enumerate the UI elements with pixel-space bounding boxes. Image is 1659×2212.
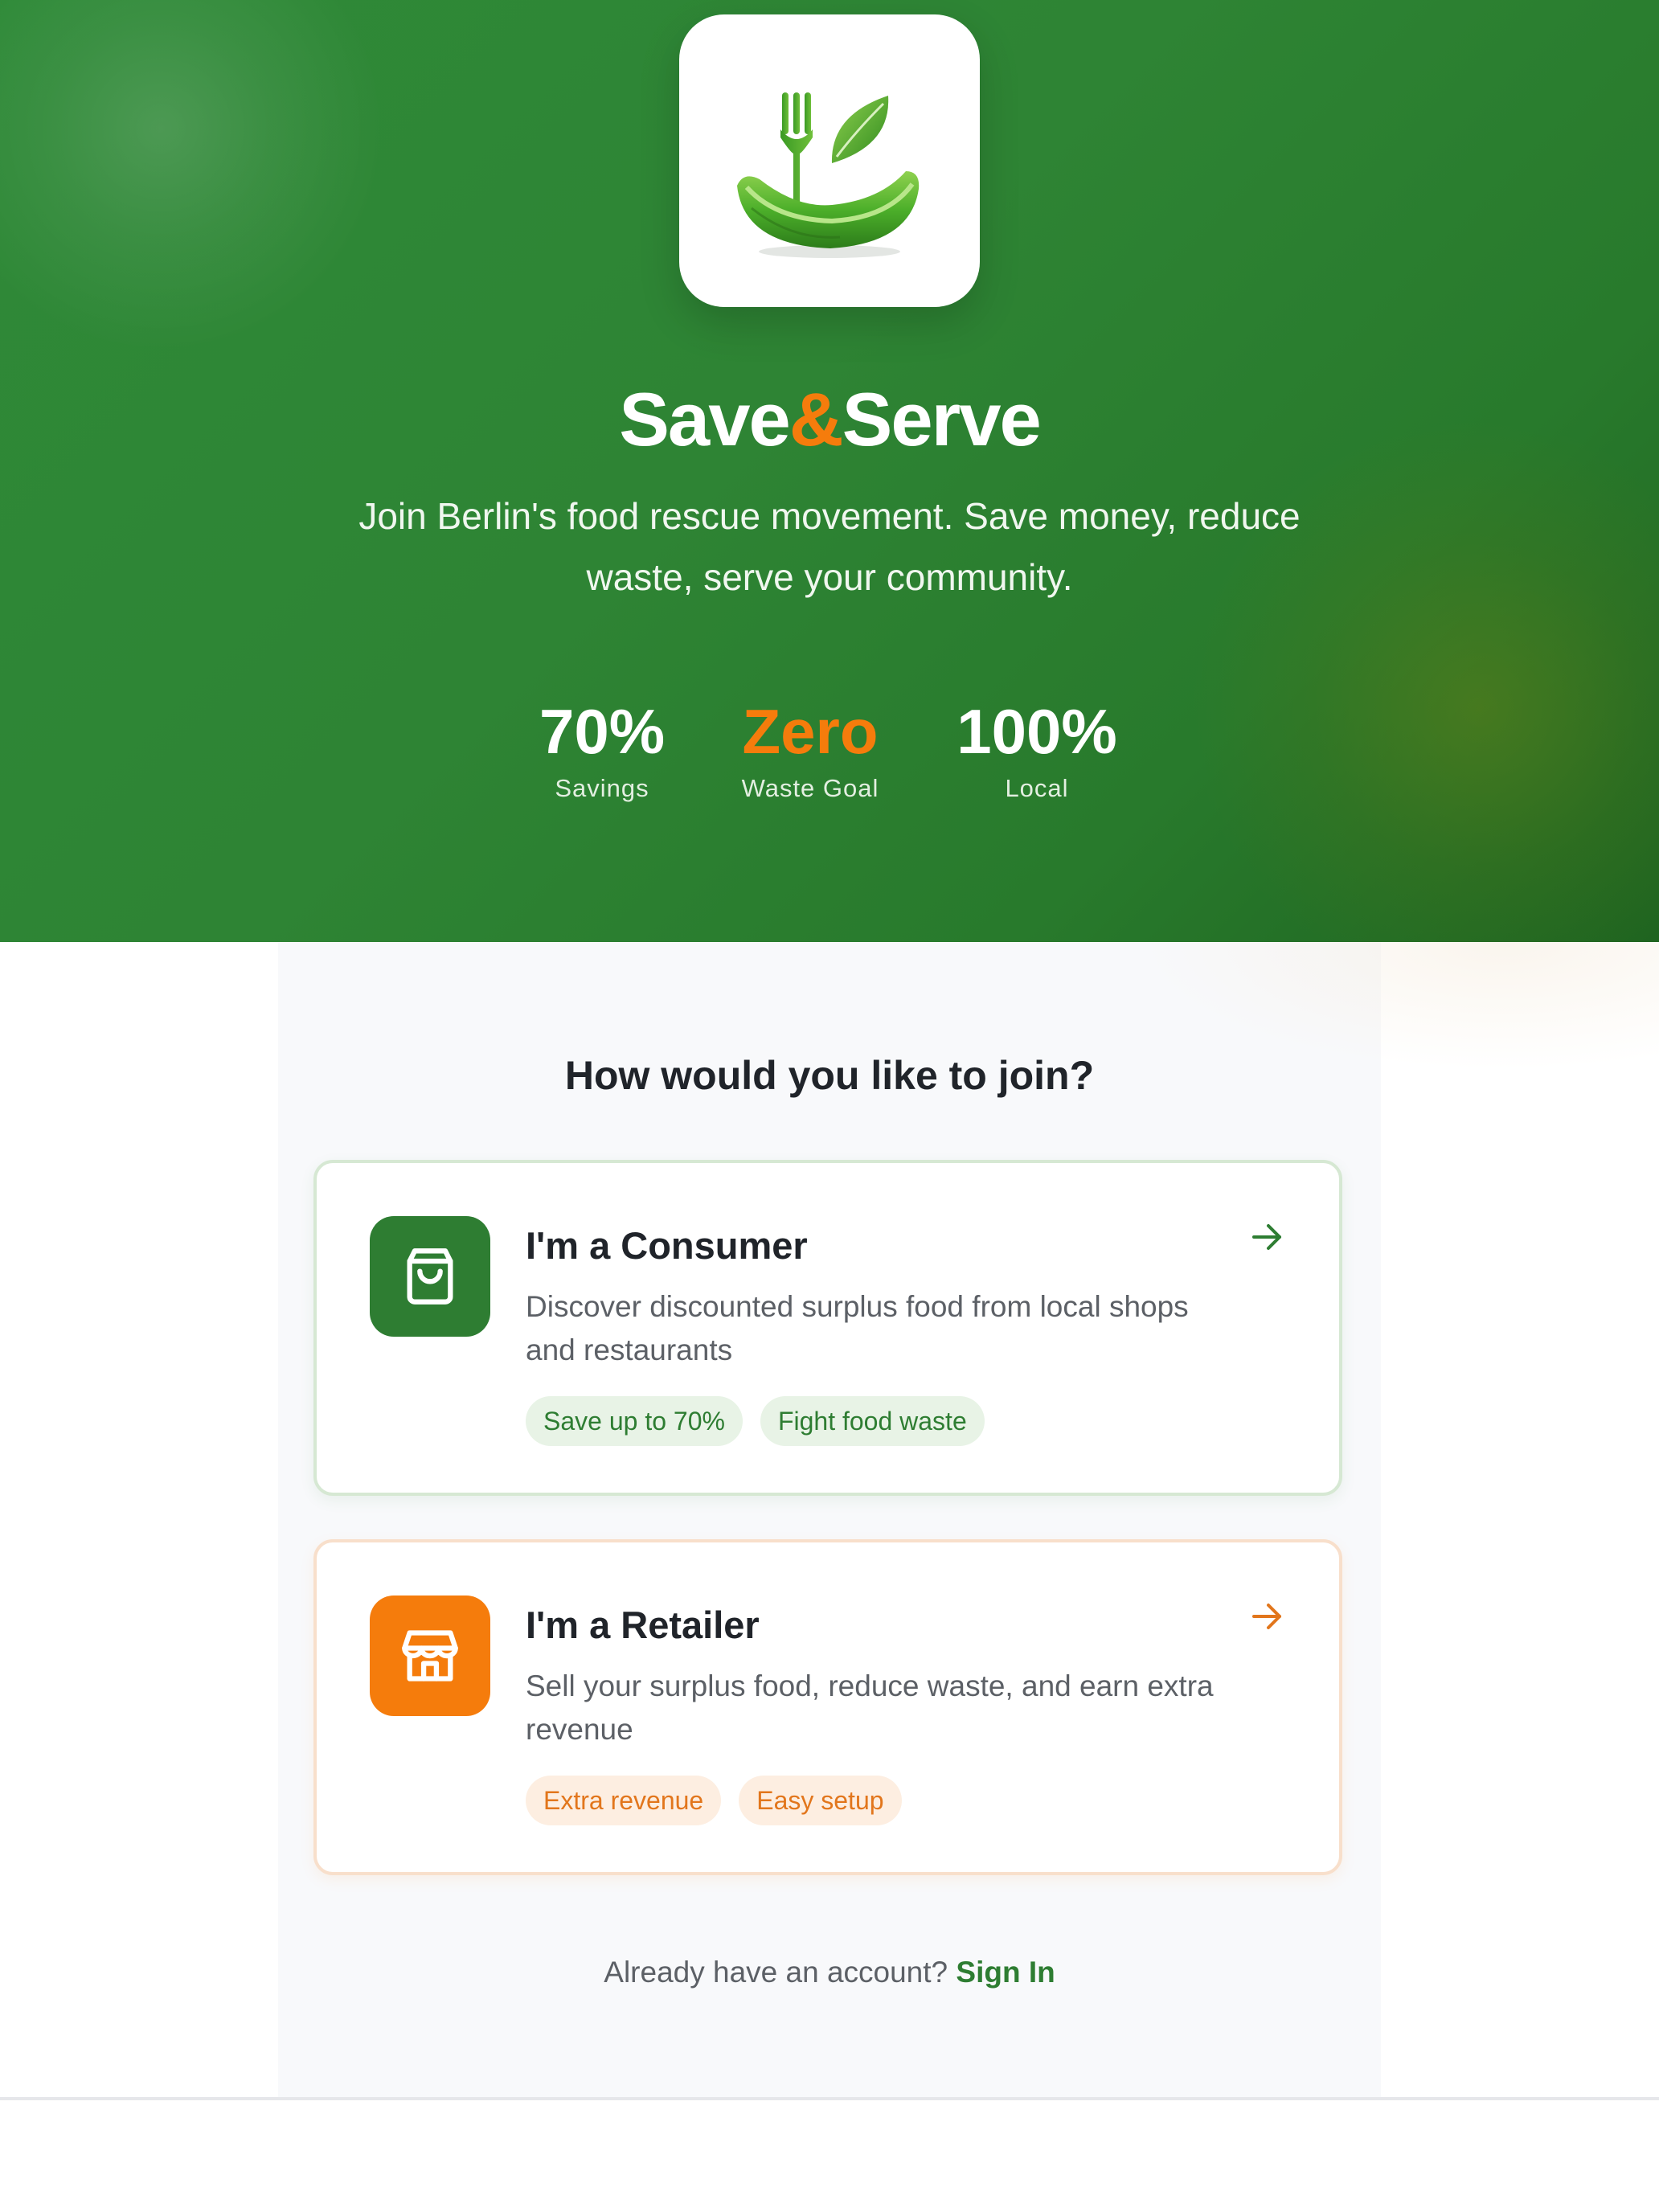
tagline: Join Berlin's food rescue movement. Save… (358, 495, 1301, 598)
signin-prompt-text: Already have an account? (604, 1956, 948, 1989)
benefit-chip: Save up to 70% (526, 1396, 743, 1446)
storefront-icon (402, 1630, 458, 1682)
consumer-icon-tile (370, 1216, 490, 1337)
join-heading: How would you like to join? (564, 1053, 1095, 1098)
retailer-icon-tile (370, 1596, 490, 1716)
app-name-part2: Serve (842, 377, 1042, 461)
retailer-card-description: Sell your surplus food, reduce waste, an… (526, 1669, 1214, 1746)
benefit-chip: Extra revenue (526, 1776, 722, 1825)
consumer-card-description: Discover discounted surplus food from lo… (526, 1290, 1189, 1366)
app-name-ampersand: & (789, 377, 844, 461)
arrow-right-icon[interactable] (1247, 1597, 1286, 1636)
app-logo (679, 14, 980, 307)
consumer-option-card[interactable]: I'm a Consumer Discover discounted surpl… (313, 1160, 1342, 1496)
fork-leaf-bowl-icon (737, 92, 920, 258)
stat-value: 100% (956, 696, 1117, 767)
sign-in-link[interactable]: Sign In (956, 1956, 1055, 1989)
consumer-chips: Save up to 70% Fight food waste (526, 1396, 985, 1446)
arrow-right-icon[interactable] (1247, 1218, 1286, 1256)
retailer-card-title: I'm a Retailer (526, 1604, 760, 1646)
benefit-chip: Fight food waste (760, 1396, 985, 1446)
stat-label: Waste Goal (741, 774, 879, 802)
bottom-bar (0, 2100, 1659, 2212)
benefit-chip: Easy setup (739, 1776, 902, 1825)
hero-section: Save&Serve Join Berlin's food rescue mov… (0, 0, 1659, 942)
app-name: Save&Serve (0, 371, 1659, 468)
stat-waste-goal: Zero Waste Goal (682, 693, 939, 807)
stat-local: 100% Local (908, 693, 1165, 807)
content-panel (278, 942, 1381, 2097)
shopping-bag-icon (407, 1248, 453, 1305)
stat-label: Local (1005, 774, 1069, 802)
signin-prompt: Already have an account? Sign In (278, 1948, 1381, 1997)
hero-glow-decoration (0, 0, 386, 354)
consumer-card-title: I'm a Consumer (526, 1224, 808, 1267)
retailer-option-card[interactable]: I'm a Retailer Sell your surplus food, r… (313, 1539, 1342, 1875)
app-name-part1: Save (619, 377, 791, 461)
stat-value: Zero (742, 696, 879, 767)
retailer-chips: Extra revenue Easy setup (526, 1776, 902, 1825)
